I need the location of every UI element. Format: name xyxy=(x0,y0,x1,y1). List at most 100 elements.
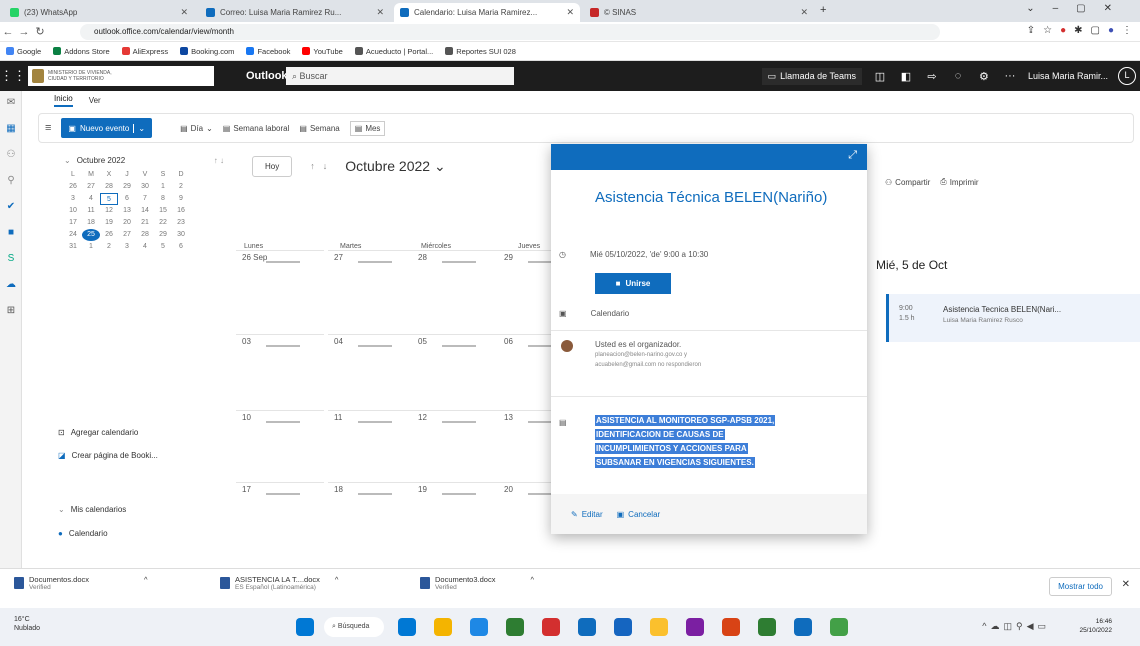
calendar-day-cell[interactable]: 26 Sep xyxy=(236,250,324,320)
sharepoint-icon[interactable]: S xyxy=(0,253,22,264)
windows-start-icon[interactable] xyxy=(296,618,314,636)
mini-day[interactable]: 18 xyxy=(82,217,100,229)
calendar-day-cell[interactable]: 17 xyxy=(236,482,324,552)
more-icon[interactable]: ··· xyxy=(1002,70,1018,82)
mini-day[interactable]: 27 xyxy=(82,181,100,193)
mail-icon[interactable]: ✉ xyxy=(0,97,22,108)
search-box[interactable]: ⌕ Buscar xyxy=(286,67,514,85)
share-icon[interactable]: ⇪ xyxy=(1027,25,1035,36)
clock[interactable]: 16:46 25/10/2022 xyxy=(1079,617,1112,635)
mini-day[interactable]: 2 xyxy=(100,241,118,253)
mini-day[interactable]: 5 xyxy=(100,193,118,205)
create-booking-link[interactable]: ◪ Crear página de Booki... xyxy=(58,451,158,460)
mini-day[interactable]: 4 xyxy=(82,193,100,205)
shield-icon[interactable]: ● xyxy=(1060,25,1066,36)
calendar-day-cell[interactable]: 27 xyxy=(328,250,416,320)
mini-day[interactable]: 2 xyxy=(172,181,190,193)
avatar[interactable]: L xyxy=(1118,67,1136,85)
close-icon[interactable]: ✕ xyxy=(376,7,384,18)
taskbar-search[interactable]: ⌕ Búsqueda xyxy=(324,617,384,637)
chat-icon[interactable]: ◫ xyxy=(872,70,888,83)
bookmark[interactable]: Facebook xyxy=(246,47,290,56)
bookmark[interactable]: Google xyxy=(6,47,41,56)
mini-day[interactable]: 12 xyxy=(100,205,118,217)
forward-icon[interactable]: → xyxy=(16,26,32,38)
download-item[interactable]: Documentos.docx Verified ^ xyxy=(14,575,148,591)
mini-day[interactable]: 13 xyxy=(118,205,136,217)
view-week-button[interactable]: ▤ Semana xyxy=(299,124,339,133)
collapse-icon[interactable]: ⌄ xyxy=(64,156,71,165)
reload-icon[interactable]: ↻ xyxy=(32,25,48,38)
mini-day[interactable]: 21 xyxy=(136,217,154,229)
sticky-notes-icon[interactable]: ◧ xyxy=(898,70,914,83)
sidebar-icon[interactable]: ▢ xyxy=(1091,25,1100,36)
weather-widget[interactable]: 16°C Nublado xyxy=(14,615,40,633)
mini-day[interactable]: 30 xyxy=(172,229,190,241)
mini-day[interactable]: 30 xyxy=(136,181,154,193)
bookmark[interactable]: Reportes SUI 028 xyxy=(445,47,516,56)
mini-day[interactable]: 25 xyxy=(82,229,100,241)
window-controls[interactable]: ⌄–▢✕ xyxy=(1026,3,1130,14)
event-description[interactable]: ASISTENCIA AL MONITOREO SGP-APSB 2021, I… xyxy=(595,414,845,470)
mini-day[interactable]: 3 xyxy=(118,241,136,253)
tab-calendario[interactable]: Calendario: Luisa Maria Ramirez... ✕ xyxy=(394,3,580,22)
teams-icon[interactable]: ■ xyxy=(0,227,22,238)
mini-day[interactable]: 22 xyxy=(154,217,172,229)
todo-icon[interactable]: ✔ xyxy=(0,201,22,212)
back-icon[interactable]: ← xyxy=(0,26,16,38)
user-name[interactable]: Luisa Maria Ramir... xyxy=(1028,71,1108,81)
app-launcher-icon[interactable]: ⋮⋮ xyxy=(0,61,26,91)
star-icon[interactable]: ☆ xyxy=(1043,25,1052,36)
mini-day[interactable]: 10 xyxy=(64,205,82,217)
tab-inicio[interactable]: Inicio xyxy=(54,94,73,107)
mini-day[interactable]: 11 xyxy=(82,205,100,217)
people-icon[interactable]: ⚇ xyxy=(0,149,22,160)
mini-day[interactable]: 1 xyxy=(154,181,172,193)
mini-day[interactable]: 5 xyxy=(154,241,172,253)
calendar-day-cell[interactable]: 05 xyxy=(412,334,500,404)
agenda-event[interactable]: 9:00 1.5 h Asistencia Tecnica BELEN(Nari… xyxy=(886,294,1140,342)
new-tab-icon[interactable]: + xyxy=(820,4,826,16)
tab-sinas[interactable]: © SINAS ✕ xyxy=(584,3,814,22)
calendar-day-cell[interactable]: 18 xyxy=(328,482,416,552)
bookmark[interactable]: YouTube xyxy=(302,47,343,56)
join-button[interactable]: ■ Unirse xyxy=(595,273,671,294)
mini-day[interactable]: 15 xyxy=(154,205,172,217)
close-icon[interactable]: ✕ xyxy=(566,7,574,18)
close-icon[interactable]: ✕ xyxy=(800,7,808,18)
taskbar-app-icon[interactable] xyxy=(758,618,776,636)
mini-day[interactable]: 24 xyxy=(64,229,82,241)
cancel-button[interactable]: ▣ Cancelar xyxy=(617,510,661,519)
mini-day[interactable]: 6 xyxy=(118,193,136,205)
gear-icon[interactable]: ⚙ xyxy=(976,70,992,83)
bookmark[interactable]: Booking.com xyxy=(180,47,234,56)
bell-icon[interactable]: ◌ xyxy=(950,70,966,82)
teams-call-button[interactable]: ▭ Llamada de Teams xyxy=(761,67,862,85)
menu-icon[interactable]: ⋮ xyxy=(1122,25,1132,36)
forward-icon[interactable]: ⇨ xyxy=(924,70,940,83)
mini-day[interactable]: 31 xyxy=(64,241,82,253)
view-month-button[interactable]: ▤ Mes xyxy=(349,120,386,136)
view-workweek-button[interactable]: ▤ Semana laboral xyxy=(223,124,290,133)
today-button[interactable]: Hoy xyxy=(252,155,293,177)
view-day-button[interactable]: ▤ Día ⌄ xyxy=(180,124,213,133)
onedrive-icon[interactable]: ☁ xyxy=(0,279,22,290)
tab-whatsapp[interactable]: (23) WhatsApp ✕ xyxy=(4,3,194,22)
mini-day[interactable]: 26 xyxy=(64,181,82,193)
mini-day[interactable]: 8 xyxy=(154,193,172,205)
mini-day[interactable]: 28 xyxy=(100,181,118,193)
url-field[interactable]: outlook.office.com/calendar/view/month xyxy=(80,24,940,40)
taskbar-app-icon[interactable] xyxy=(614,618,632,636)
close-icon[interactable]: ✕ xyxy=(180,7,188,18)
month-title[interactable]: Octubre 2022 ⌄ xyxy=(345,158,445,175)
mini-day[interactable]: 26 xyxy=(100,229,118,241)
add-calendar-link[interactable]: ⊡ Agregar calendario xyxy=(58,428,138,437)
system-tray[interactable]: ^☁◫⚲◀▭ xyxy=(982,621,1050,632)
mini-day[interactable]: 28 xyxy=(136,229,154,241)
taskbar-app-icon[interactable] xyxy=(470,618,488,636)
taskbar-app-icon[interactable] xyxy=(398,618,416,636)
new-event-button[interactable]: ▣ Nuevo evento ⌄ xyxy=(61,118,153,138)
mini-day[interactable]: 20 xyxy=(118,217,136,229)
chevron-down-icon[interactable]: ⌄ xyxy=(133,123,145,133)
attach-icon[interactable]: ⚲ xyxy=(0,175,22,186)
